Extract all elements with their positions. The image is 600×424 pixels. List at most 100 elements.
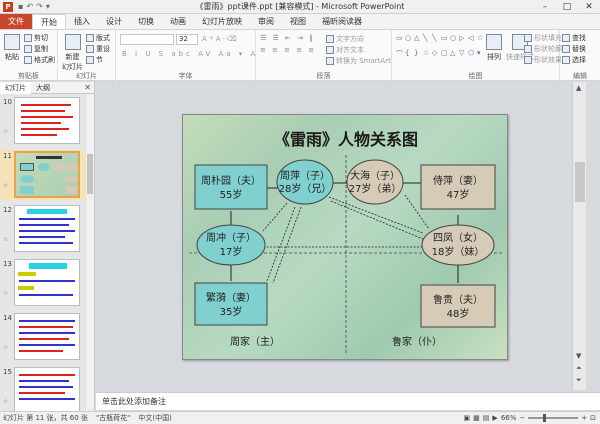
font-size-combo[interactable]: 32 [176,34,198,45]
zoom-control: ▣ ▦ ▤ ▶ 66% − + ⊡ [464,414,596,422]
select-button[interactable]: 选择 [562,55,586,65]
reading-view-icon[interactable]: ▤ [483,414,490,422]
paste-button[interactable]: 粘贴 [4,34,20,62]
new-slide-icon [64,34,81,50]
tab-outline[interactable]: 大纲 [31,82,55,94]
thumbnail-row[interactable]: 13 ☆ [0,258,86,308]
scrollbar-thumb[interactable] [575,162,585,202]
node-zhou-ping [276,159,334,205]
notes-pane[interactable]: 单击此处添加备注 [96,392,600,410]
sorter-view-icon[interactable]: ▦ [473,414,480,422]
zhou-family-label: 周家（主） [230,335,280,348]
slide-thumbnail[interactable] [14,97,80,144]
section-icon [86,56,94,64]
thumbnail-row[interactable]: 15 ☆ [0,366,86,416]
thumbnail-scrollbar[interactable] [86,94,94,412]
drawing-group: ▭ ○ △ ╲ ╲ ▭ ○ ▷ ◁ ☆ ⌒{} ☆ ◇ ▢ △ ▽ ⬠ ▾ 排列 快速样式 形状填充 形状轮廓 … [392,30,562,82]
close-button[interactable]: ✕ [578,0,600,14]
customize-qa-icon[interactable]: ▾ [46,2,50,11]
svg-text:47岁: 47岁 [447,188,470,201]
undo-icon[interactable]: ↶ [26,2,33,11]
tab-design[interactable]: 设计 [98,14,130,29]
align-text-button[interactable]: 对齐文本 [326,45,364,55]
slide-thumbnail[interactable] [14,205,80,252]
tab-slideshow[interactable]: 幻灯片放映 [194,14,250,29]
slide-thumbnail[interactable] [14,367,80,414]
zoom-slider[interactable] [528,414,579,422]
animation-star-icon: ☆ [3,128,9,135]
arrange-button[interactable]: 排列 [486,34,502,62]
slide-scrollbar[interactable]: ▲ ▼ ⏶ ⏷ [572,82,586,390]
reset-button[interactable]: 重设 [86,44,110,54]
minimize-button[interactable]: – [534,0,556,14]
next-slide-icon[interactable]: ⏷ [576,376,582,385]
align-buttons[interactable]: ≡ ≡ ≡ ≡ ≡ [260,46,316,54]
quick-access-toolbar: ▪ ↶ ↷ ▾ [18,2,50,11]
redo-icon[interactable]: ↷ [36,2,43,11]
language-indicator[interactable]: 中文(中国) [138,413,171,423]
new-slide-button[interactable]: 新建 幻灯片 [62,34,83,72]
tab-insert[interactable]: 插入 [66,14,98,29]
svg-text:55岁: 55岁 [220,188,243,201]
list-buttons[interactable]: ☰ ☰ ⇤ ⇥ ‖ [260,34,315,42]
tab-slides[interactable]: 幻灯片 [0,81,31,94]
replace-button[interactable]: 替换 [562,44,586,54]
fit-slide-icon[interactable]: ⊡ [590,414,596,422]
zoom-out-icon[interactable]: − [519,414,525,422]
thumbnail-row[interactable]: 11 ☆ [0,150,86,200]
connector [272,206,302,284]
previous-slide-icon[interactable]: ⏶ [576,364,582,373]
slide-thumbnail[interactable] [14,259,80,306]
zoom-level[interactable]: 66% [501,414,517,422]
shape-effects-button[interactable]: 形状效果 [524,55,562,65]
close-icon[interactable]: ✕ [84,83,91,92]
slides-group: 新建 幻灯片 版式 重设 节 幻灯片 [58,30,116,82]
slide-thumbnail[interactable] [14,151,80,198]
cut-button[interactable]: 剪切 [24,33,48,43]
tab-foxit[interactable]: 福昕阅读器 [314,14,370,29]
scroll-down-icon[interactable]: ▼ [576,352,581,360]
connector [330,200,424,240]
effects-icon [524,56,532,64]
thumbnail-row[interactable]: 14 ☆ [0,312,86,362]
shape-fill-button[interactable]: 形状填充 [524,33,562,43]
grow-font-button[interactable]: A + A- ⌫ [202,35,237,43]
font-name-combo[interactable] [120,34,174,45]
paragraph-group: ☰ ☰ ⇤ ⇥ ‖ 文字方向 ≡ ≡ ≡ ≡ ≡ 对齐文本 转换为 SmartA… [256,30,392,82]
text-direction-button[interactable]: 文字方向 [326,34,364,44]
normal-view-icon[interactable]: ▣ [464,414,471,422]
smartart-button[interactable]: 转换为 SmartArt [326,56,391,66]
maximize-button[interactable]: □ [556,0,578,14]
find-button[interactable]: 查找 [562,33,586,43]
select-icon [562,56,570,64]
font-format-buttons[interactable]: B I U S abc AV Aa ▾ A [122,50,258,58]
tab-review[interactable]: 审阅 [250,14,282,29]
save-icon[interactable]: ▪ [18,2,23,11]
zoom-slider-knob[interactable] [542,414,546,422]
section-button[interactable]: 节 [86,55,103,65]
copy-button[interactable]: 复制 [24,44,48,54]
arrange-icon [486,34,502,50]
editing-group: 查找 替换 选择 编辑 [560,30,600,82]
slide-thumbnail[interactable] [14,313,80,360]
scrollbar-thumb[interactable] [87,154,93,194]
thumbnail-row[interactable]: 10 ☆ [0,96,86,146]
layout-button[interactable]: 版式 [86,33,110,43]
scroll-up-icon[interactable]: ▲ [576,84,581,92]
tab-file[interactable]: 文件 [0,14,32,29]
shape-outline-button[interactable]: 形状轮廓 [524,44,562,54]
tab-animations[interactable]: 动画 [162,14,194,29]
format-painter-button[interactable]: 格式刷 [24,55,55,65]
shapes-gallery[interactable]: ▭ ○ △ ╲ ╲ ▭ ○ ▷ ◁ ☆ ⌒{} ☆ ◇ ▢ △ ▽ ⬠ ▾ [396,34,483,64]
slide-canvas[interactable]: 《雷雨》人物关系图 周朴园（夫） 55岁 周萍（子） 28岁（兄） 大海（子） … [182,114,508,360]
replace-icon [562,45,570,53]
tab-view[interactable]: 视图 [282,14,314,29]
tab-home[interactable]: 开始 [32,14,66,29]
node-fan-yi [194,282,268,326]
zoom-in-icon[interactable]: + [581,414,587,422]
tab-transitions[interactable]: 切换 [130,14,162,29]
slideshow-view-icon[interactable]: ▶ [492,414,497,422]
svg-text:四凤（女）: 四凤（女） [433,231,483,244]
thumbnail-row[interactable]: 12 ☆ [0,204,86,254]
node-lu-gui [420,284,496,328]
